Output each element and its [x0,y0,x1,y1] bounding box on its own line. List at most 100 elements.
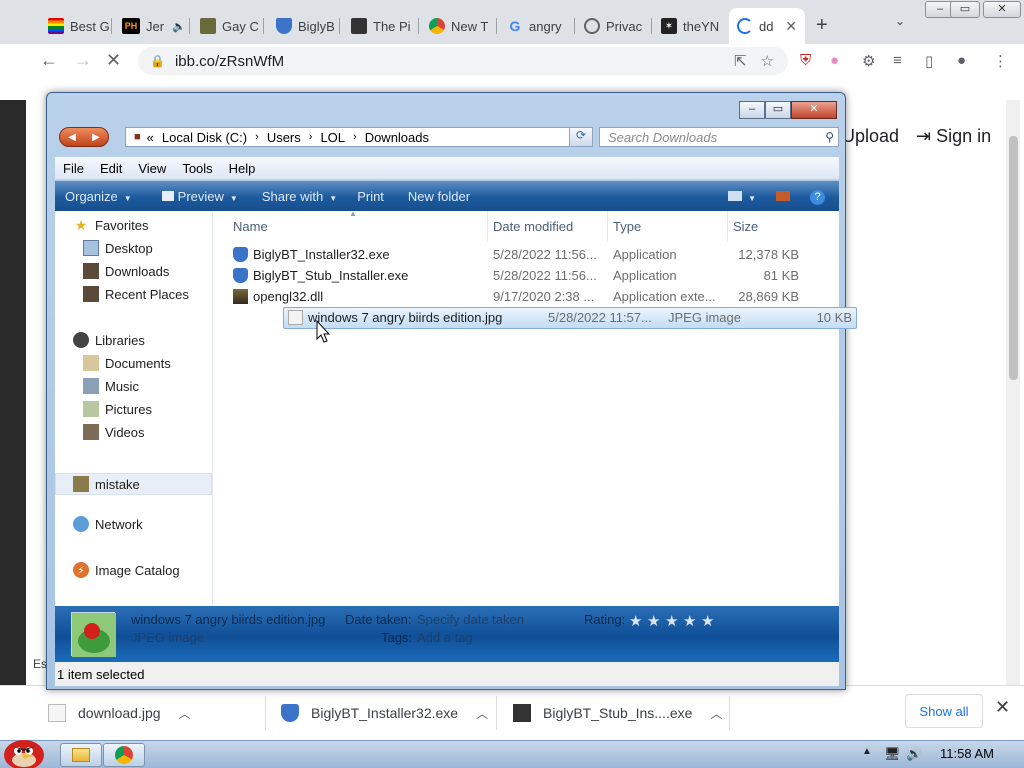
explorer-minimize-button[interactable]: – [739,101,765,119]
search-input[interactable]: Search Downloads ⚲ [599,127,839,147]
ublock-icon[interactable]: ⛨ [800,52,811,69]
back-arrow-icon[interactable]: ◀ [68,132,76,143]
taskbar-explorer-button[interactable] [60,743,102,767]
maximize-button[interactable]: ▭ [950,1,980,18]
breadcrumb-separator-icon[interactable]: › [309,131,313,143]
tab-best[interactable]: Best G [40,8,112,44]
nav-pictures[interactable]: Pictures [83,401,152,417]
nav-libraries[interactable]: Libraries [73,332,145,348]
breadcrumb-downloads[interactable]: Downloads [365,130,429,145]
nav-desktop[interactable]: Desktop [83,240,153,256]
column-header-name[interactable]: Name [233,211,268,241]
nav-image-catalog[interactable]: ⚡ Image Catalog [73,562,180,578]
file-row[interactable]: opengl32.dll 9/17/2020 2:38 ... Applicat… [229,287,803,307]
tab-jer[interactable]: PH Jer 🔈 [114,8,190,44]
refresh-button[interactable]: ⟳ [569,127,593,147]
breadcrumb-separator-icon[interactable]: › [255,131,259,143]
menu-file[interactable]: File [55,161,92,176]
tab-search-button[interactable]: ⌄ [895,14,905,28]
column-header-type[interactable]: Type [613,211,641,241]
stop-loading-button[interactable]: ✕ [106,50,121,71]
tab-new[interactable]: New T [421,8,497,44]
back-forward-buttons[interactable]: ◀ ▶ [59,127,109,147]
share-icon[interactable]: ⇱ [734,52,747,70]
sign-in-link[interactable]: ⇥ Sign in [916,126,991,147]
tab-privac[interactable]: Privac [576,8,652,44]
tab-biglyb[interactable]: BiglyB [268,8,340,44]
rating-star-icon[interactable]: ★ [647,612,660,630]
extensions-icon[interactable]: ⚙ [862,52,875,70]
breadcrumb-users[interactable]: Users [267,130,301,145]
file-row[interactable]: BiglyBT_Stub_Installer.exe 5/28/2022 11:… [229,266,803,286]
menu-kebab-icon[interactable]: ⋮ [993,52,1008,70]
close-window-button[interactable]: ✕ [983,1,1021,18]
file-row-selected[interactable]: windows 7 angry biirds edition.jpg 5/28/… [283,307,857,329]
organize-button[interactable]: Organize ▼ [55,189,142,204]
nav-downloads[interactable]: Downloads [83,263,169,279]
back-button[interactable]: ← [40,50,58,71]
address-bar[interactable]: 🔒 ibb.co/zRsnWfM ⇱ ☆ [138,47,788,75]
tab-pirate[interactable]: The Pi [343,8,419,44]
bookmark-star-icon[interactable]: ☆ [761,52,774,70]
nav-recent-places[interactable]: Recent Places [83,286,189,302]
side-panel-icon[interactable]: ▯ [925,52,933,70]
breadcrumb-lol[interactable]: LOL [320,130,345,145]
taskbar-clock[interactable]: 11:58 AM [940,746,994,761]
file-row[interactable]: BiglyBT_Installer32.exe 5/28/2022 11:56.… [229,245,803,265]
download-item[interactable]: download.jpg ︿ [48,698,191,728]
breadcrumb-separator-icon[interactable]: › [353,131,357,143]
nav-mistake[interactable]: mistake [73,476,140,492]
column-header-date[interactable]: Date modified [493,211,573,241]
share-with-button[interactable]: Share with ▼ [248,189,347,204]
nav-videos[interactable]: Videos [83,424,145,440]
tab-angry[interactable]: G angry [499,8,575,44]
rating-star-icon[interactable]: ★ [683,612,696,630]
show-all-button[interactable]: Show all [905,694,983,728]
nav-favorites[interactable]: ★ Favorites [73,217,149,233]
tray-overflow-icon[interactable]: ▲ [862,746,872,757]
start-button[interactable] [0,733,52,768]
tags-value[interactable]: Add a tag [417,630,473,645]
preview-button[interactable]: Preview ▼ [142,189,248,204]
nav-documents[interactable]: Documents [83,355,171,371]
explorer-address-bar[interactable]: ■ « Local Disk (C:) › Users › LOL › Down… [125,127,591,147]
nav-music[interactable]: Music [83,378,139,394]
taskbar-chrome-button[interactable] [103,743,145,767]
date-taken-value[interactable]: Specify date taken [417,612,524,627]
forward-arrow-icon[interactable]: ▶ [92,132,100,143]
menu-view[interactable]: View [130,161,174,176]
menu-edit[interactable]: Edit [92,161,130,176]
volume-tray-icon[interactable]: 🔊 [906,746,922,762]
network-tray-icon[interactable]: 🖥 [884,746,901,762]
menu-help[interactable]: Help [221,161,264,176]
explorer-maximize-button[interactable]: ▭ [765,101,791,119]
tab-gay[interactable]: Gay C [192,8,264,44]
help-button[interactable]: ? [800,188,839,205]
print-button[interactable]: Print [347,189,394,204]
chevron-up-icon[interactable]: ︿ [476,705,488,722]
explorer-close-button[interactable]: ✕ [791,101,837,119]
close-shelf-icon[interactable]: ✕ [995,697,1010,718]
tab-dd-active[interactable]: dd ✕ [729,8,805,44]
rating-star-icon[interactable]: ★ [701,612,714,630]
rating-star-icon[interactable]: ★ [665,612,678,630]
trans-flag-extension-icon[interactable]: ● [830,52,839,69]
media-control-icon[interactable]: ≡ [893,52,902,69]
column-header-size[interactable]: Size [733,211,758,241]
menu-tools[interactable]: Tools [174,161,220,176]
nav-network[interactable]: Network [73,516,143,532]
change-view-button[interactable]: ▼ [718,189,766,204]
download-item[interactable]: BiglyBT_Installer32.exe ︿ [281,698,488,728]
tab-theyn[interactable]: ✶ theYN [653,8,729,44]
page-scrollbar-thumb[interactable] [1009,136,1018,380]
rating-star-icon[interactable]: ★ [629,612,642,630]
chevron-up-icon[interactable]: ︿ [710,705,722,722]
chevron-up-icon[interactable]: ︿ [179,705,191,722]
preview-pane-button[interactable] [766,189,800,204]
forward-button[interactable]: → [74,50,92,71]
new-folder-button[interactable]: New folder [394,189,480,204]
search-icon[interactable]: ⚲ [825,130,834,144]
profile-avatar-icon[interactable]: ● [957,52,966,69]
upload-link[interactable]: Upload [842,126,899,147]
new-tab-button[interactable]: + [816,14,828,37]
